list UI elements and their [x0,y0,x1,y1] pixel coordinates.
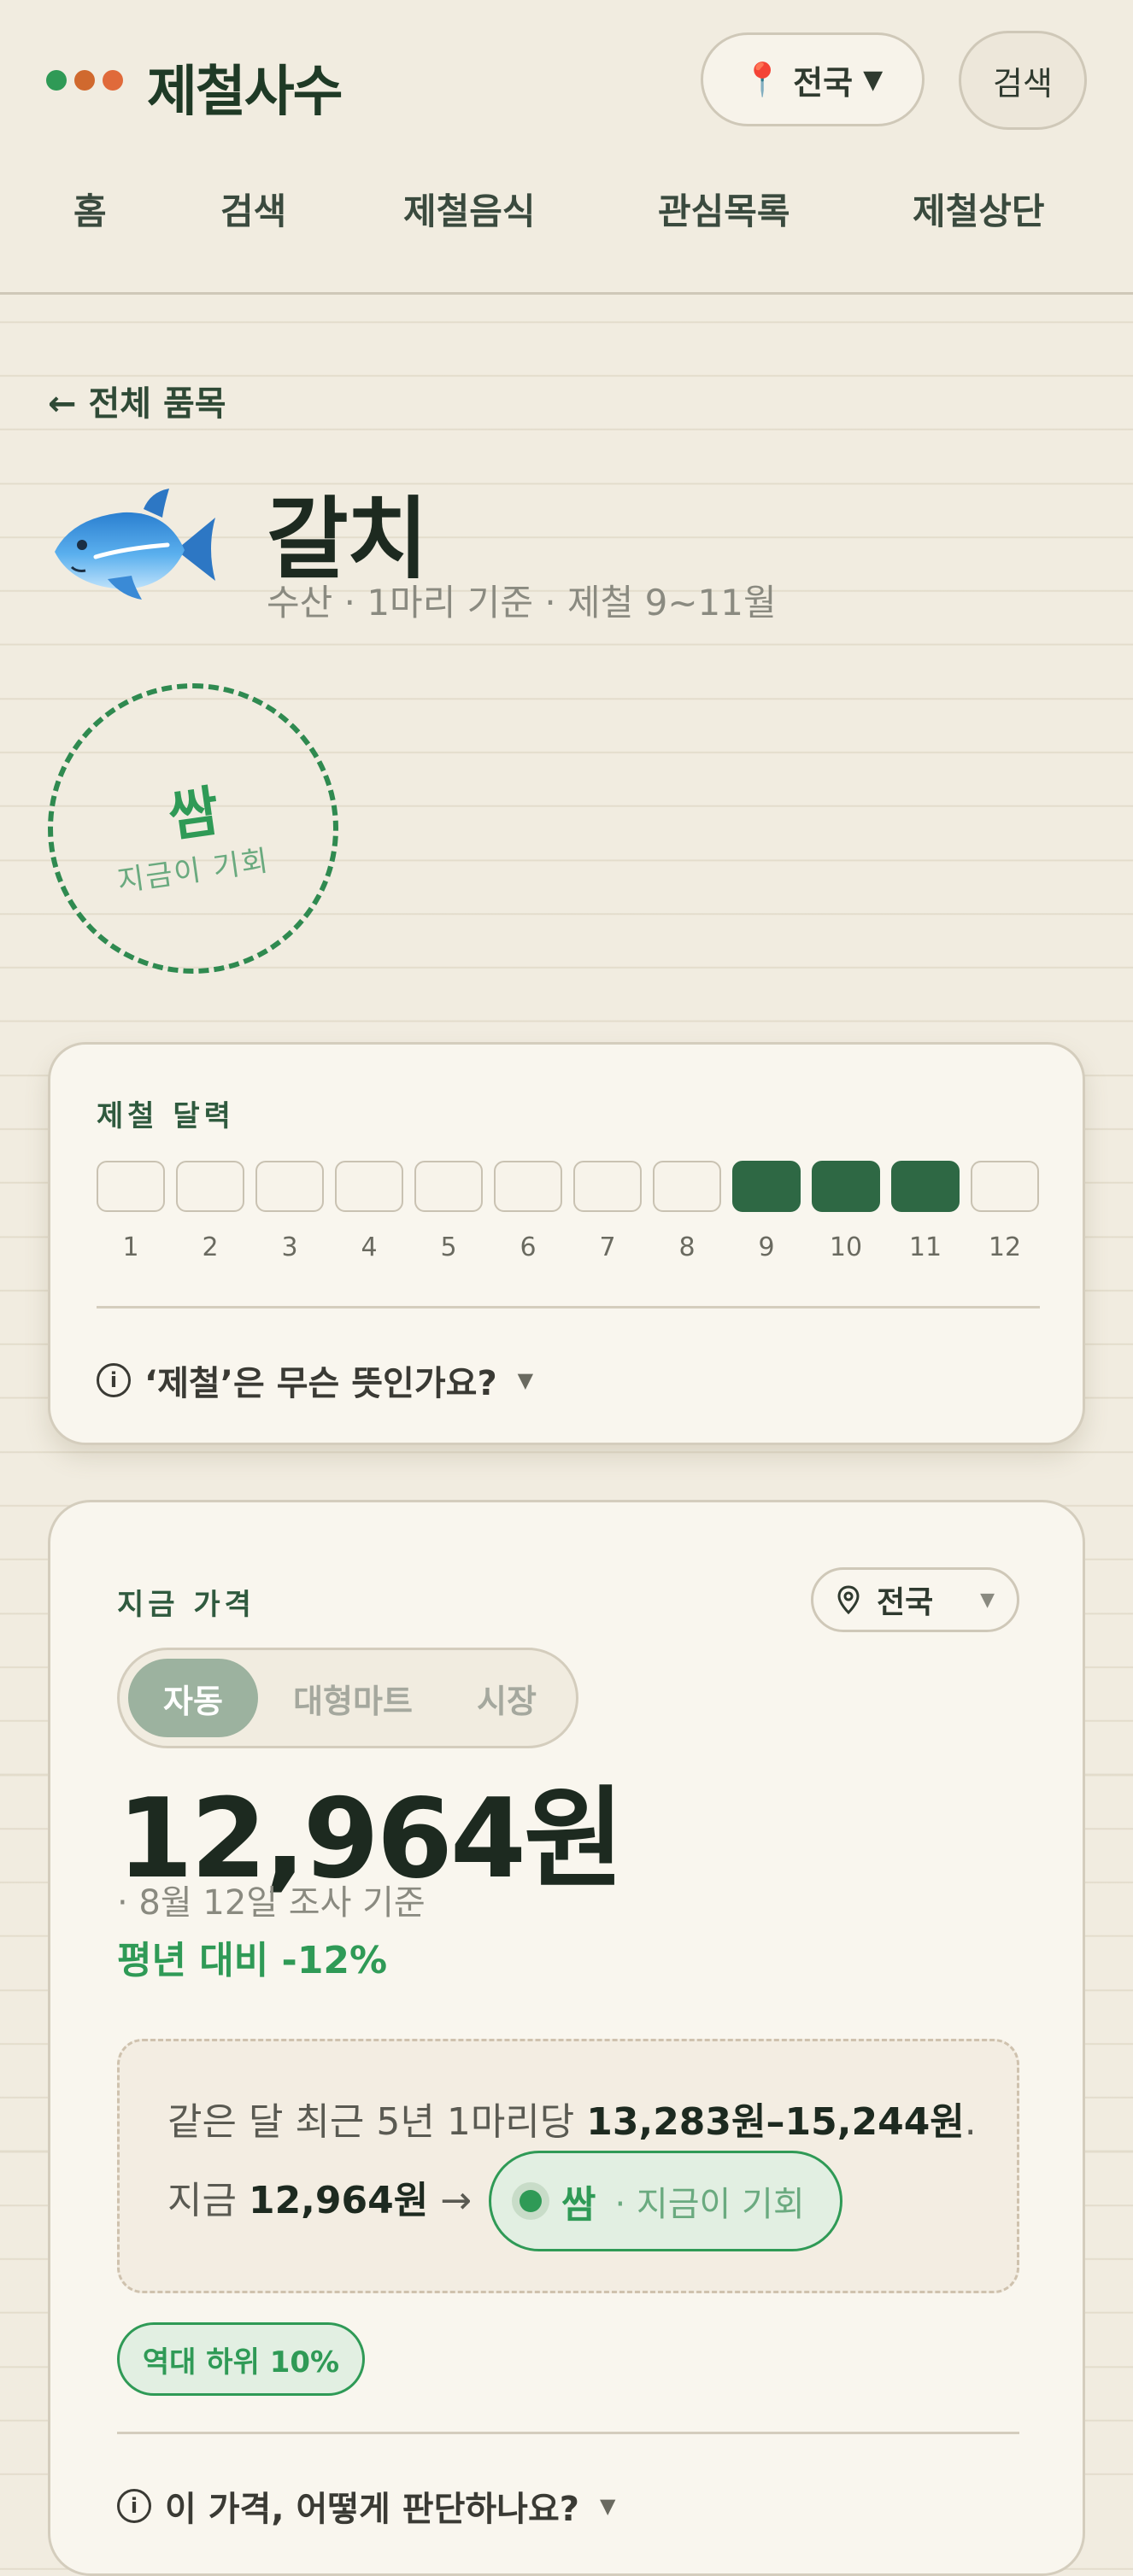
nav-item-watchlist[interactable]: 관심목록 [658,183,790,235]
item-subtitle: 수산 · 1마리 기준 · 제철 9~11월 [267,582,777,624]
search-button[interactable]: 검색 [959,31,1087,130]
season-calendar-card: 제철 달력 1 2 3 4 5 6 7 8 9 10 11 12 i ‘제철’은… [48,1042,1085,1445]
verdict-badge: 쌈 · 지금이 기회 [489,2151,842,2251]
price-faq-text: 이 가격, 어떻게 판단하나요? [165,2490,579,2529]
calendar-month-box-season [891,1161,960,1212]
calendar-month-number: 1 [122,1232,139,1262]
info-icon: i [97,1363,131,1397]
chevron-down-icon: ▼ [980,1589,995,1611]
info-icon: i [117,2489,151,2523]
calendar-month-box [494,1161,562,1212]
top-header: 제철사수 📍 전국 ▼ 검색 홈 검색 제철음식 관심목록 제철상단 [0,0,1133,295]
calendar-month-box-season [812,1161,880,1212]
vs-average-diff: 평년 대비 -12% [117,1939,388,1982]
calendar-month-number: 10 [829,1232,863,1262]
historic-low-badge: 역대 하위 10% [117,2322,365,2396]
season-faq-text: ‘제철’은 무슨 뜻인가요? [144,1364,497,1403]
calendar-label: 제철 달력 [97,1099,235,1133]
brand-logo[interactable]: 제철사수 [147,48,343,126]
price-faq-toggle[interactable]: i 이 가격, 어떻게 판단하나요? ▼ [117,2481,615,2531]
tab-auto[interactable]: 자동 [128,1659,258,1737]
verdict-main: 쌈 [561,2183,596,2227]
range-line: 같은 달 최근 5년 1마리당 13,283원–15,244원. [167,2091,977,2146]
calendar-month-number: 3 [281,1232,298,1262]
calendar-month-box [414,1161,483,1212]
chevron-down-icon: ▼ [599,2494,616,2518]
calendar-month-number: 7 [599,1232,616,1262]
nav-item-seasonal-food[interactable]: 제철음식 [403,183,536,235]
current-price-card: 지금 가격 전국 ▼ 자동 대형마트 시장 12,964원 · 8월 12일 조… [48,1500,1085,2576]
calendar-month-number: 5 [440,1232,457,1262]
tab-market[interactable]: 시장 [451,1659,562,1737]
brand-dots [46,70,123,91]
calendar-month-number: 6 [520,1232,537,1262]
now-arrow: → [428,2179,473,2222]
range-value: 13,283원–15,244원 [586,2100,965,2144]
price-as-of: · 8월 12일 조사 기준 [117,1883,426,1923]
now-line: 지금 12,964원 → [167,2169,472,2224]
price-card-divider [117,2432,1019,2434]
calendar-month-number: 4 [361,1232,378,1262]
brand-dot-orange [74,70,95,91]
nav-item-search[interactable]: 검색 [220,183,286,235]
range-suffix: . [964,2100,977,2144]
pin-icon: 📍 [742,60,784,98]
calendar-month-number: 12 [988,1232,1022,1262]
calendar-month-number: 9 [758,1232,775,1262]
brand-dot-red [103,70,123,91]
range-prefix: 같은 달 최근 5년 1마리당 [167,2100,587,2144]
market-type-segmented-control: 자동 대형마트 시장 [117,1648,578,1748]
brand-dot-green [46,70,67,91]
verdict-sub: · 지금이 기회 [614,2185,805,2224]
nav-item-consult[interactable]: 제철상단 [913,183,1045,235]
calendar-month-box [573,1161,642,1212]
region-selector-button[interactable]: 📍 전국 ▼ [701,32,925,126]
main-nav: 홈 검색 제철음식 관심목록 제철상단 [0,183,1133,234]
now-value: 12,964원 [248,2179,429,2222]
price-range-box: 같은 달 최근 5년 1마리당 13,283원–15,244원. 지금 12,9… [117,2039,1019,2293]
season-faq-toggle[interactable]: i ‘제철’은 무슨 뜻인가요? ▼ [97,1355,533,1405]
calendar-month-box [97,1161,165,1212]
calendar-month-box [335,1161,403,1212]
calendar-month-number: 8 [678,1232,696,1262]
calendar-divider [97,1306,1040,1308]
calendar-month-number: 2 [202,1232,219,1262]
calendar-month-box [653,1161,721,1212]
price-region-select[interactable]: 전국 ▼ [811,1567,1019,1632]
price-region-label: 전국 [877,1585,934,1620]
calendar-month-box [971,1161,1039,1212]
calendar-month-box [255,1161,324,1212]
chevron-down-icon: ▼ [863,64,884,95]
fish-icon [55,489,215,600]
price-card-label: 지금 가격 [117,1588,255,1622]
tab-large-mart[interactable]: 대형마트 [272,1659,434,1737]
verdict-stamp: 쌈 지금이 기회 [48,683,338,974]
location-pin-icon [837,1585,860,1615]
status-dot-icon [512,2182,549,2220]
nav-item-home[interactable]: 홈 [73,183,107,235]
calendar-month-number: 11 [908,1232,942,1262]
calendar-month-box [176,1161,244,1212]
back-to-all-items-link[interactable]: ← 전체 품목 [48,376,226,425]
calendar-month-box-season [732,1161,801,1212]
chevron-down-icon: ▼ [517,1368,534,1392]
now-prefix: 지금 [167,2179,249,2222]
region-label: 전국 [793,63,854,102]
